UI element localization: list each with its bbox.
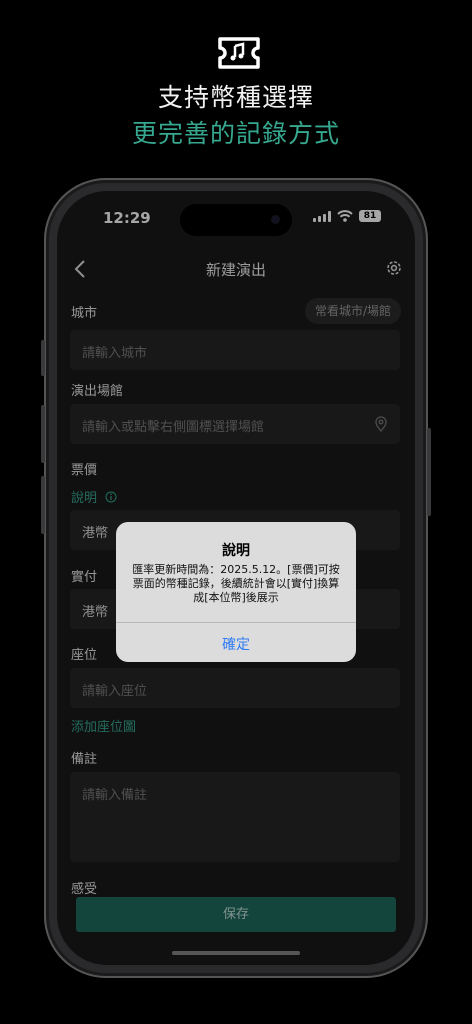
power-button [427,428,431,516]
alert-message: 匯率更新時間為：2025.5.12。[票價]可按票面的幣種記錄，後續統計會以[實… [132,563,340,604]
home-indicator [172,951,300,955]
promo-subtitle: 更完善的記錄方式 [131,119,340,148]
volume-down-button [41,476,45,534]
volume-up-button [41,405,45,463]
phone-screen: 12:29 81 新建演出 城市 常看城市/場館 請輸入城市 演出場館 請輸入或… [57,191,415,965]
ticket-icon [218,37,260,69]
alert-title: 說明 [222,543,250,559]
info-alert-dialog: 說明 匯率更新時間為：2025.5.12。[票價]可按票面的幣種記錄，後續統計會… [116,522,356,662]
action-button [41,340,45,376]
promo-title: 支持幣種選擇 [157,83,314,112]
alert-confirm-button[interactable]: 確定 [116,634,356,654]
alert-divider [116,622,356,623]
